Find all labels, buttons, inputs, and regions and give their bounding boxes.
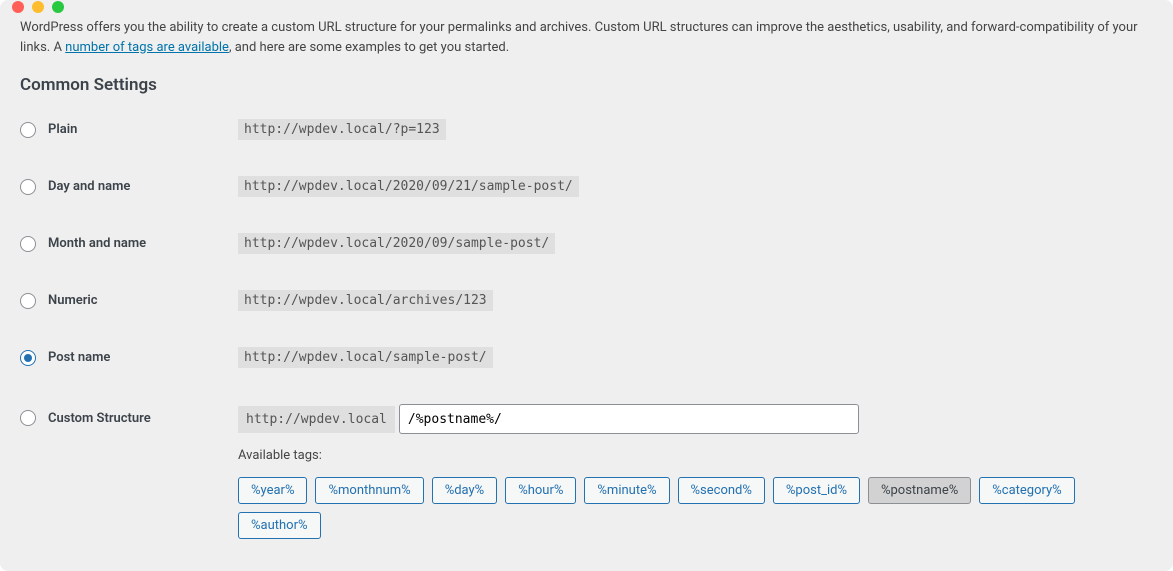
maximize-icon[interactable] — [52, 1, 64, 13]
custom-structure-input[interactable] — [399, 404, 859, 434]
radio-month-name[interactable] — [20, 236, 36, 252]
label-month-name: Month and name — [48, 236, 146, 251]
example-plain: http://wpdev.local/?p=123 — [238, 119, 446, 140]
tag-category[interactable]: %category% — [979, 477, 1074, 504]
tags-row: %year% %monthnum% %day% %hour% %minute% … — [238, 477, 1153, 539]
tag-day[interactable]: %day% — [432, 477, 498, 504]
tag-hour[interactable]: %hour% — [505, 477, 576, 504]
minimize-icon[interactable] — [32, 1, 44, 13]
radio-numeric[interactable] — [20, 293, 36, 309]
option-post-name: Post name http://wpdev.local/sample-post… — [20, 347, 1153, 368]
label-post-name: Post name — [48, 350, 110, 365]
option-custom: Custom Structure http://wpdev.local Avai… — [20, 404, 1153, 539]
option-month-name: Month and name http://wpdev.local/2020/0… — [20, 233, 1153, 254]
intro-link[interactable]: number of tags are available — [65, 40, 229, 55]
tag-author[interactable]: %author% — [238, 512, 321, 539]
tag-year[interactable]: %year% — [238, 477, 307, 504]
label-numeric: Numeric — [48, 293, 98, 308]
intro-text: WordPress offers you the ability to crea… — [20, 18, 1153, 57]
radio-custom[interactable] — [20, 410, 36, 426]
tag-second[interactable]: %second% — [678, 477, 765, 504]
radio-day-name[interactable] — [20, 179, 36, 195]
titlebar — [0, 0, 1173, 14]
section-title: Common Settings — [20, 75, 1153, 95]
radio-plain[interactable] — [20, 122, 36, 138]
tag-post-id[interactable]: %post_id% — [773, 477, 860, 504]
option-plain: Plain http://wpdev.local/?p=123 — [20, 119, 1153, 140]
radio-post-name[interactable] — [20, 350, 36, 366]
label-custom: Custom Structure — [48, 411, 151, 426]
custom-prefix: http://wpdev.local — [238, 406, 395, 433]
option-numeric: Numeric http://wpdev.local/archives/123 — [20, 290, 1153, 311]
label-plain: Plain — [48, 122, 77, 137]
example-day-name: http://wpdev.local/2020/09/21/sample-pos… — [238, 176, 579, 197]
tag-postname[interactable]: %postname% — [868, 477, 971, 504]
tag-minute[interactable]: %minute% — [584, 477, 669, 504]
close-icon[interactable] — [12, 1, 24, 13]
content-area: WordPress offers you the ability to crea… — [0, 14, 1173, 571]
intro-after: , and here are some examples to get you … — [229, 40, 509, 55]
example-numeric: http://wpdev.local/archives/123 — [238, 290, 493, 311]
available-tags-label: Available tags: — [238, 448, 1153, 463]
example-post-name: http://wpdev.local/sample-post/ — [238, 347, 493, 368]
window: WordPress offers you the ability to crea… — [0, 0, 1173, 571]
tag-monthnum[interactable]: %monthnum% — [315, 477, 423, 504]
label-day-name: Day and name — [48, 179, 130, 194]
example-month-name: http://wpdev.local/2020/09/sample-post/ — [238, 233, 555, 254]
option-day-name: Day and name http://wpdev.local/2020/09/… — [20, 176, 1153, 197]
